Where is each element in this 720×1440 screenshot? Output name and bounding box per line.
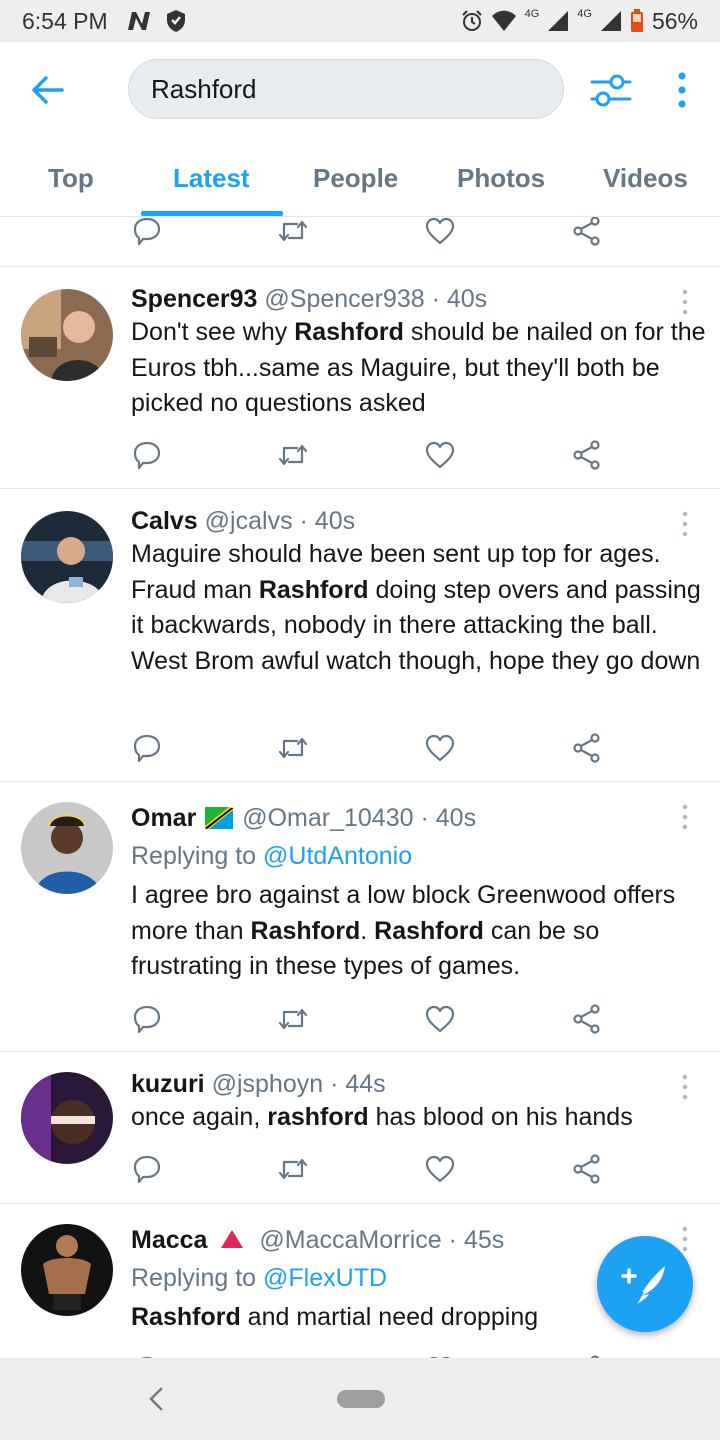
battery-icon xyxy=(630,9,643,32)
tanzania-flag-icon xyxy=(205,807,234,829)
active-tab-indicator xyxy=(141,211,283,216)
signal-icon xyxy=(548,11,569,31)
replying-to: Replying to @FlexUTD xyxy=(131,1264,388,1292)
tweet-text: Don't see why Rashford should be nailed … xyxy=(131,318,706,417)
tweet-actions xyxy=(0,732,720,772)
share-icon[interactable] xyxy=(571,439,603,471)
shield-icon xyxy=(166,10,185,32)
share-icon[interactable] xyxy=(571,1153,603,1185)
more-vertical-icon xyxy=(678,72,686,108)
tweet-actions xyxy=(0,439,720,479)
reply-icon[interactable] xyxy=(131,1153,163,1185)
red-triangle-icon xyxy=(221,1230,244,1248)
network-label-1: 4G xyxy=(524,8,540,20)
tweet-time: · 40s xyxy=(420,804,477,832)
retweet-icon[interactable] xyxy=(277,439,309,471)
reply-mention-link[interactable]: @FlexUTD xyxy=(263,1264,387,1292)
heart-icon[interactable] xyxy=(424,732,456,764)
tweet-time: · 45s xyxy=(448,1226,505,1254)
network-label-2: 4G xyxy=(577,8,592,20)
tweet-menu-icon[interactable] xyxy=(680,804,690,830)
tweet-menu-icon[interactable] xyxy=(680,511,690,537)
battery-percent: 56% xyxy=(651,7,698,34)
author-handle[interactable]: @Spencer938 xyxy=(264,285,424,313)
alarm-icon xyxy=(461,10,482,31)
tweet-menu-icon[interactable] xyxy=(680,289,690,315)
tab-top[interactable]: Top xyxy=(48,163,94,194)
tab-videos[interactable]: Videos xyxy=(603,163,688,194)
compose-tweet-button[interactable] xyxy=(597,1236,693,1332)
tweet-actions xyxy=(0,1003,720,1043)
wifi-icon xyxy=(491,10,516,31)
reply-icon[interactable] xyxy=(131,732,163,764)
heart-icon[interactable] xyxy=(424,217,456,247)
tweet-item[interactable]: Spencer93 @Spencer938 · 40s Don't see wh… xyxy=(0,266,720,488)
author-name[interactable]: kuzuri xyxy=(131,1070,205,1098)
search-query: Rashford xyxy=(151,73,257,104)
share-icon[interactable] xyxy=(571,217,603,247)
author-handle[interactable]: @MaccaMorrice xyxy=(259,1226,441,1254)
author-name[interactable]: Omar xyxy=(131,804,196,832)
tab-photos[interactable]: Photos xyxy=(457,163,545,194)
avatar[interactable] xyxy=(21,1072,113,1164)
avatar[interactable] xyxy=(21,511,113,603)
tab-people[interactable]: People xyxy=(313,163,398,194)
tweet-item[interactable]: kuzuri @jsphoyn · 44s once again, rashfo… xyxy=(0,1051,720,1203)
heart-icon[interactable] xyxy=(424,1153,456,1185)
retweet-icon[interactable] xyxy=(277,732,309,764)
status-bar: 6:54 PM 4G 4G 56% xyxy=(0,0,720,42)
share-icon[interactable] xyxy=(571,1003,603,1035)
search-filter-button[interactable] xyxy=(589,70,633,110)
tweet-actions-partial xyxy=(0,217,720,257)
heart-icon[interactable] xyxy=(424,1003,456,1035)
tweet-feed[interactable]: Spencer93 @Spencer938 · 40s Don't see wh… xyxy=(0,217,720,1358)
avatar[interactable] xyxy=(21,1224,113,1316)
home-pill[interactable] xyxy=(337,1390,385,1408)
tweet-actions xyxy=(0,1153,720,1193)
compose-tweet-icon xyxy=(621,1266,665,1307)
share-icon[interactable] xyxy=(571,732,603,764)
tweet-item[interactable]: Omar @Omar_10430 · 40s Replying to @UtdA… xyxy=(0,781,720,1051)
more-options-button[interactable] xyxy=(670,70,694,110)
author-name[interactable]: Spencer93 xyxy=(131,285,257,313)
avatar[interactable] xyxy=(21,289,113,381)
retweet-icon[interactable] xyxy=(277,1153,309,1185)
tweet-time: · 40s xyxy=(299,507,356,535)
back-button[interactable] xyxy=(30,72,66,108)
reply-icon[interactable] xyxy=(131,217,163,247)
author-handle[interactable]: @Omar_10430 xyxy=(242,804,413,832)
author-name[interactable]: Macca xyxy=(131,1226,207,1254)
search-tabs: Top Latest People Photos Videos xyxy=(0,137,720,217)
search-input[interactable]: Rashford xyxy=(128,59,564,119)
arrow-left-icon xyxy=(32,76,64,104)
tweet-text: Maguire should have been sent up top for… xyxy=(131,540,701,675)
tweet-text: I agree bro against a low block Greenwoo… xyxy=(131,881,676,980)
tweet-text: once again, rashford has blood on his ha… xyxy=(131,1103,633,1131)
tweet-time: · 40s xyxy=(431,285,488,313)
sliders-icon xyxy=(590,74,632,107)
author-handle[interactable]: @jcalvs xyxy=(205,507,293,535)
author-handle[interactable]: @jsphoyn xyxy=(212,1070,324,1098)
notification-n-icon xyxy=(127,12,150,30)
heart-icon[interactable] xyxy=(424,439,456,471)
search-header: Rashford xyxy=(0,42,720,137)
reply-icon[interactable] xyxy=(131,439,163,471)
tweet-time: · 44s xyxy=(330,1070,386,1098)
reply-mention-link[interactable]: @UtdAntonio xyxy=(263,842,412,870)
nav-back-icon[interactable] xyxy=(144,1385,168,1413)
avatar[interactable] xyxy=(21,802,113,894)
tweet-item[interactable]: Calvs @jcalvs · 40s Maguire should have … xyxy=(0,488,720,781)
signal-icon-2 xyxy=(600,11,621,31)
retweet-icon[interactable] xyxy=(277,217,309,247)
status-time: 6:54 PM xyxy=(22,7,108,34)
replying-to: Replying to @UtdAntonio xyxy=(131,842,413,870)
retweet-icon[interactable] xyxy=(277,1003,309,1035)
reply-icon[interactable] xyxy=(131,1003,163,1035)
author-name[interactable]: Calvs xyxy=(131,507,198,535)
tab-latest[interactable]: Latest xyxy=(173,163,250,194)
tweet-menu-icon[interactable] xyxy=(680,1074,690,1100)
